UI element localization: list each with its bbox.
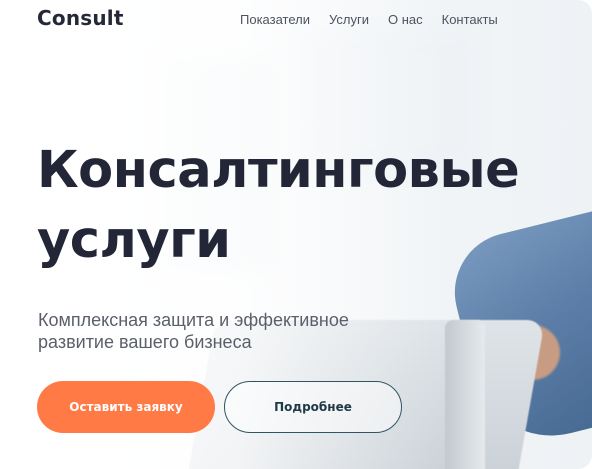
hero-title-line-2: услуги [37, 211, 231, 270]
page-frame: Consult Показатели Услуги О нас Контакты… [0, 0, 592, 469]
request-button[interactable]: Оставить заявку [37, 381, 215, 433]
brand-logo[interactable]: Consult [37, 6, 124, 30]
hero-title: Консалтинговые услуги [37, 136, 520, 276]
nav-link-metrics[interactable]: Показатели [240, 12, 310, 27]
hero-title-line-1: Консалтинговые [37, 141, 520, 200]
hero-subtitle: Комплексная защита и эффективное развити… [38, 310, 349, 352]
more-info-button[interactable]: Подробнее [224, 381, 402, 433]
main-nav: Показатели Услуги О нас Контакты [240, 12, 498, 27]
site-header: Consult Показатели Услуги О нас Контакты [0, 0, 592, 38]
nav-link-contacts[interactable]: Контакты [442, 12, 498, 27]
nav-link-services[interactable]: Услуги [329, 12, 369, 27]
nav-link-about[interactable]: О нас [388, 12, 423, 27]
